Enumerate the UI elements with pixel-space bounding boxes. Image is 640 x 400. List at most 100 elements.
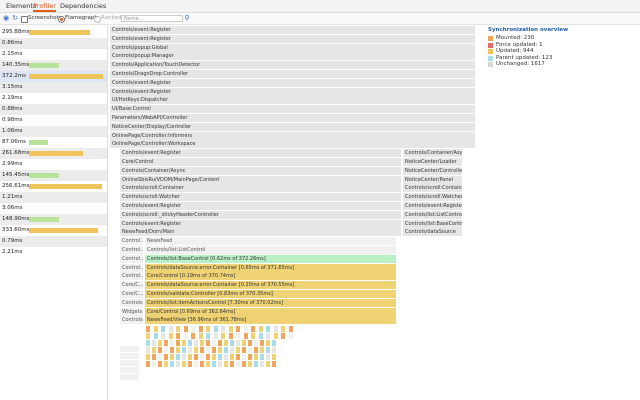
flame-node[interactable]: Controls/event:Register <box>110 26 476 34</box>
flame-node[interactable] <box>273 326 279 333</box>
flame-node[interactable] <box>242 354 247 361</box>
flame-node[interactable] <box>161 326 166 333</box>
flame-node[interactable] <box>221 333 226 340</box>
flame-node[interactable] <box>182 347 187 354</box>
flame-node[interactable] <box>248 354 253 361</box>
flame-node[interactable]: Controls/dataSource:error.Container [0.6… <box>145 263 397 272</box>
flame-node[interactable]: Controls/scroll:Watcher <box>120 193 402 202</box>
flame-node[interactable] <box>258 326 264 333</box>
flame-node[interactable] <box>164 340 169 347</box>
flame-node[interactable] <box>183 326 189 333</box>
flame-node[interactable]: Control... <box>120 272 144 281</box>
commit-row[interactable]: 2.19ms <box>0 93 107 104</box>
flame-node[interactable] <box>266 333 271 340</box>
flame-node[interactable]: Core/Control <box>120 158 402 166</box>
flame-node[interactable] <box>273 333 279 340</box>
commit-row[interactable]: 3.15ms <box>0 82 107 93</box>
flame-node[interactable] <box>152 354 157 361</box>
flame-node[interactable] <box>198 333 204 340</box>
flame-node[interactable] <box>158 354 163 361</box>
flame-node[interactable] <box>254 354 259 361</box>
flame-node[interactable]: Controls/list:ListControl <box>403 210 463 219</box>
flame-node[interactable] <box>120 353 140 360</box>
flame-node[interactable]: Controls/... <box>120 298 144 307</box>
flame-node[interactable] <box>218 361 223 368</box>
flame-node[interactable] <box>218 340 223 347</box>
flame-node[interactable] <box>153 333 159 340</box>
flame-node[interactable] <box>251 326 256 333</box>
flame-node[interactable] <box>120 360 140 367</box>
flame-node[interactable] <box>200 340 205 347</box>
flame-node[interactable] <box>161 333 166 340</box>
flame-node[interactable] <box>194 347 199 354</box>
flame-node[interactable]: Parameters/WebAPI/Controller <box>110 114 476 122</box>
flame-node[interactable] <box>224 340 229 347</box>
flame-node[interactable]: Controls/list:BaseControl <box>403 219 463 228</box>
commit-row[interactable]: 0.98ms <box>0 115 107 126</box>
flame-node[interactable]: Core/C... <box>120 281 144 290</box>
flame-node[interactable] <box>188 354 193 361</box>
flame-node[interactable]: NoticeCenter/Controller <box>403 166 463 175</box>
flame-node[interactable] <box>170 340 175 347</box>
flame-node[interactable] <box>194 354 199 361</box>
flame-node[interactable]: Controls/DragnDrop:Controller <box>110 70 476 78</box>
flame-node[interactable]: NoticeCenter/Panel <box>403 175 463 184</box>
flame-node[interactable] <box>168 326 174 333</box>
flame-node[interactable] <box>272 347 277 354</box>
flame-node[interactable] <box>164 354 169 361</box>
flame-node[interactable] <box>236 347 241 354</box>
flame-node[interactable] <box>200 361 205 368</box>
flame-node[interactable] <box>236 333 241 340</box>
flame-node[interactable]: Controls/list:BaseControl [0.62ms of 372… <box>145 254 397 263</box>
flame-node[interactable]: NewsFeed/Dom/Main <box>120 228 402 237</box>
flame-node[interactable] <box>224 361 229 368</box>
flame-node[interactable]: NoticeCenter/Loader <box>403 158 463 166</box>
reload-icon[interactable]: ↻ <box>11 14 19 22</box>
flame-node[interactable]: Controls/scroll:Container <box>120 184 402 193</box>
flame-node[interactable] <box>120 367 140 374</box>
flame-node[interactable] <box>248 340 253 347</box>
flame-node[interactable]: Controls/Container/Async <box>120 166 402 175</box>
flame-node[interactable] <box>248 347 253 354</box>
flame-node[interactable] <box>170 347 175 354</box>
flame-node[interactable] <box>230 354 235 361</box>
flame-node[interactable] <box>176 354 181 361</box>
flame-node[interactable]: OnlineSbisRu/VDOM/MainPage/Content <box>120 175 402 184</box>
flame-node[interactable]: Controls/... <box>120 316 144 325</box>
commit-row[interactable]: 295.88ms <box>0 27 107 38</box>
flamegraph-radio[interactable] <box>58 16 65 23</box>
flame-node[interactable] <box>242 347 247 354</box>
flame-node[interactable] <box>260 340 265 347</box>
commit-row[interactable]: 333.60ms <box>0 225 107 236</box>
flame-node[interactable]: Controls/Container/Async <box>403 149 463 158</box>
flame-node[interactable] <box>168 333 174 340</box>
flame-node[interactable]: Controls/popup:Global <box>110 43 476 52</box>
flame-node[interactable] <box>218 354 223 361</box>
flame-node[interactable] <box>281 326 286 333</box>
flame-node[interactable] <box>266 361 271 368</box>
flame-node[interactable] <box>194 361 199 368</box>
flame-node[interactable] <box>176 333 181 340</box>
flame-node[interactable]: Core/Control [0.19ms of 370.74ms] <box>145 272 397 281</box>
flame-node[interactable]: Controls/event:Register <box>403 202 463 210</box>
commit-row[interactable]: 372.2ms <box>0 71 107 82</box>
flame-node[interactable] <box>260 347 265 354</box>
commit-row[interactable]: 2.99ms <box>0 159 107 170</box>
flame-node[interactable] <box>236 340 241 347</box>
flame-node[interactable] <box>191 326 196 333</box>
flame-node[interactable] <box>191 333 196 340</box>
flame-node[interactable] <box>218 347 223 354</box>
flame-node[interactable] <box>188 340 193 347</box>
flame-node[interactable] <box>230 361 235 368</box>
search-input[interactable]: Name... <box>121 15 183 22</box>
record-icon[interactable]: ◉ <box>2 14 10 22</box>
flame-node[interactable] <box>236 354 241 361</box>
flame-node[interactable] <box>158 347 163 354</box>
flame-node[interactable] <box>182 354 187 361</box>
ranked-radio[interactable] <box>94 16 101 23</box>
flame-node[interactable] <box>224 347 229 354</box>
flame-node[interactable] <box>182 361 187 368</box>
flame-node[interactable] <box>158 361 163 368</box>
flame-node[interactable] <box>230 340 235 347</box>
flame-node[interactable] <box>228 326 234 333</box>
